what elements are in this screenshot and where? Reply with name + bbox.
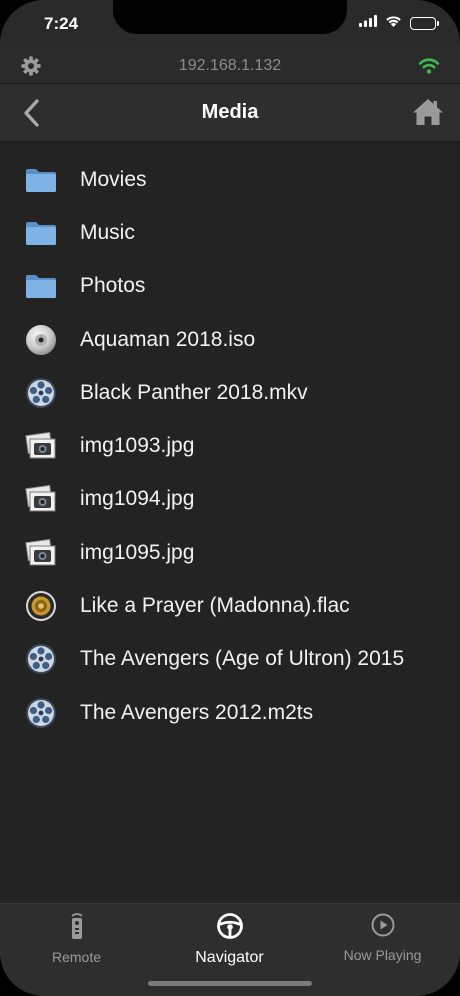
page-title: Media [201,101,259,123]
folder-icon [24,163,57,196]
video-reel-icon [24,643,57,676]
list-item[interactable]: Like a Prayer (Madonna).flac [0,579,460,632]
home-indicator[interactable] [148,981,312,986]
folder-icon [24,270,57,303]
host-bar: 192.168.1.132 [0,48,460,84]
list-item[interactable]: img1093.jpg [0,419,460,472]
file-name: The Avengers (Age of Ultron) 2015 [80,647,405,671]
signal-icon [359,14,377,32]
list-item[interactable]: img1094.jpg [0,473,460,526]
video-reel-icon [24,696,57,729]
disc-icon [24,323,57,356]
status-icons [359,14,439,32]
host-ip-address: 192.168.1.132 [178,57,282,74]
file-name: Black Panther 2018.mkv [80,380,308,404]
wifi-icon [418,56,440,79]
navigation-bar: Media [0,84,460,142]
file-name: The Avengers 2012.m2ts [80,700,314,724]
list-item[interactable]: Movies [0,153,460,206]
tab-label: Navigator [195,949,264,966]
photo-icon [24,483,57,516]
list-item[interactable]: Aquaman 2018.iso [0,313,460,366]
photo-icon [24,536,57,569]
app-screen: 7:24 192.168.1.132 Media Movies Music Ph… [0,0,460,996]
folder-icon [24,216,57,249]
list-item[interactable]: Black Panther 2018.mkv [0,366,460,419]
file-name: Movies [80,167,147,191]
status-bar: 7:24 [0,0,460,48]
home-icon[interactable] [412,97,444,132]
file-name: Music [80,220,135,244]
list-item[interactable]: Photos [0,260,460,313]
tab-navigator[interactable]: Navigator [153,912,306,967]
status-time: 7:24 [44,14,79,33]
battery-icon [410,16,439,30]
play-circle-icon [370,913,396,942]
file-name: img1093.jpg [80,434,195,458]
tab-label: Remote [51,949,102,965]
file-name: Like a Prayer (Madonna).flac [80,594,350,618]
list-item[interactable]: Music [0,206,460,259]
steering-wheel-icon [216,913,244,944]
file-name: Aquaman 2018.iso [80,327,256,351]
list-item[interactable]: The Avengers (Age of Ultron) 2015 [0,633,460,686]
speaker-icon [24,590,57,623]
notch [113,0,347,34]
remote-icon [69,913,85,944]
file-name: img1095.jpg [80,540,195,564]
file-name: img1094.jpg [80,487,195,511]
photo-icon [24,430,57,463]
file-name: Photos [80,274,146,298]
list-item[interactable]: The Avengers 2012.m2ts [0,686,460,739]
tab-remote[interactable]: Remote [0,912,153,965]
tab-now-playing[interactable]: Now Playing [306,912,459,963]
list-item[interactable]: img1095.jpg [0,526,460,579]
video-reel-icon [24,376,57,409]
file-list: Movies Music Photos Aquaman 2018.iso Bla… [0,153,460,739]
tab-label: Now Playing [343,947,422,963]
wifi-status-icon [385,14,402,32]
